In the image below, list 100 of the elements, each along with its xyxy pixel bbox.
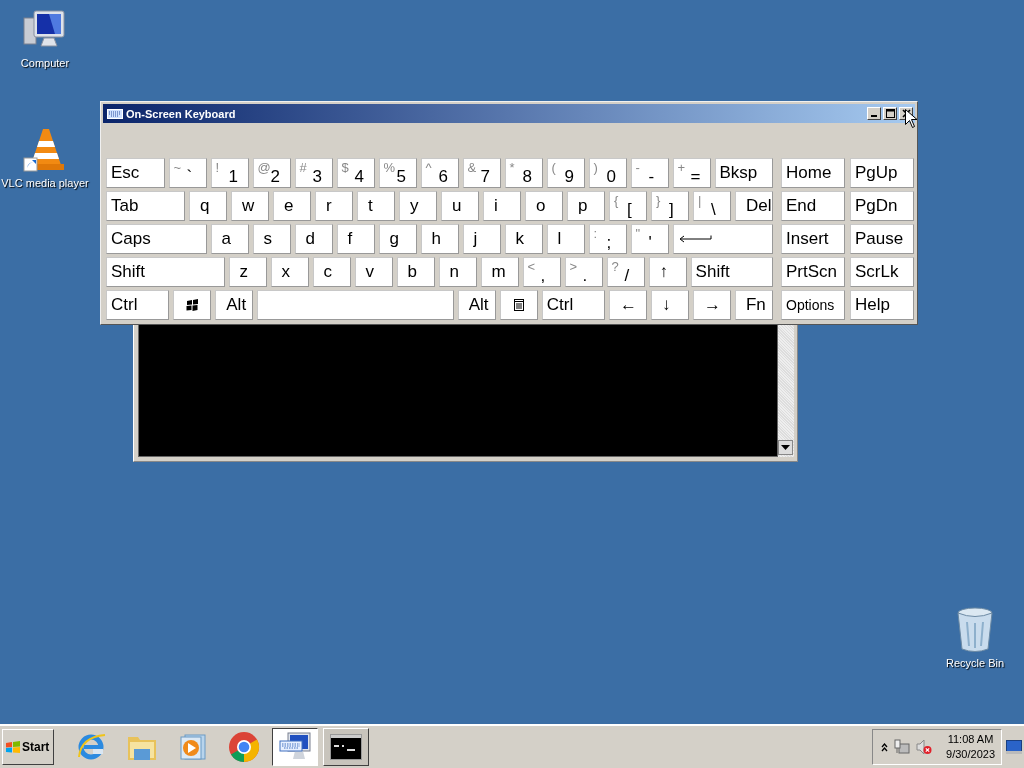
key[interactable]: z [228,257,267,287]
key[interactable]: p [567,191,605,221]
key[interactable]: d [294,224,333,254]
windows-logo-icon [5,740,21,754]
key[interactable]: i [483,191,521,221]
key[interactable]: - - [630,158,669,188]
show-desktop-icon[interactable] [1006,740,1022,754]
desktop-icon-label[interactable]: VLC media player [1,177,89,189]
key[interactable]: a [210,224,249,254]
key[interactable]: q [189,191,227,221]
key[interactable]: Home [781,158,845,188]
key[interactable]: b [396,257,435,287]
key[interactable]: ) 0 [588,158,627,188]
key[interactable]: < , [522,257,561,287]
menu-key[interactable] [499,290,538,320]
key[interactable]: ScrLk [850,257,914,287]
key[interactable]: Del [735,191,773,221]
key[interactable]: x [270,257,309,287]
enter-key[interactable] [672,224,773,254]
desktop-icon-label[interactable]: Computer [20,57,70,69]
start-button[interactable]: Start [2,729,54,765]
key[interactable]: { [ [609,191,647,221]
key[interactable]: + = [672,158,711,188]
key[interactable]: j [462,224,501,254]
key[interactable]: l [546,224,585,254]
scroll-down-icon[interactable] [778,440,793,455]
key[interactable]: r [315,191,353,221]
console-icon [330,734,362,760]
network-icon[interactable] [894,739,911,755]
chevron-up-icon[interactable] [881,742,889,752]
key[interactable]: PrtScn [781,257,845,287]
recycle-bin-icon[interactable] [955,606,995,654]
key[interactable]: ↑ [648,257,687,287]
key[interactable]: k [504,224,543,254]
key[interactable]: → [693,290,731,320]
key[interactable]: ( 9 [546,158,585,188]
key[interactable]: PgDn [850,191,914,221]
key[interactable]: Insert [781,224,845,254]
key[interactable]: Esc [106,158,165,188]
key[interactable]: @2 [252,158,291,188]
key[interactable]: : ; [588,224,627,254]
key[interactable]: End [781,191,845,221]
options-key[interactable]: Options [781,290,845,320]
key[interactable]: ↓ [651,290,689,320]
key[interactable]: Fn [735,290,773,320]
keyboard-icon [107,108,123,119]
key[interactable]: y [399,191,437,221]
key[interactable]: PgUp [850,158,914,188]
key[interactable]: s [252,224,291,254]
key[interactable]: Alt [457,290,496,320]
key[interactable]: Help [850,290,914,320]
key[interactable]: Tab [106,191,185,221]
key[interactable]: | \ [693,191,731,221]
maximize-button[interactable] [883,107,897,120]
key[interactable]: c [312,257,351,287]
key[interactable]: t [357,191,395,221]
windows-key[interactable] [173,290,212,320]
key[interactable]: v [354,257,393,287]
key[interactable]: ! 1 [210,158,249,188]
key[interactable]: Shift [106,257,225,287]
key[interactable]: o [525,191,563,221]
key[interactable]: Alt [215,290,254,320]
window-title: On-Screen Keyboard [126,107,236,120]
key[interactable]: Ctrl [541,290,605,320]
key[interactable]: n [438,257,477,287]
key[interactable]: g [378,224,417,254]
maximize-icon [885,109,895,118]
key[interactable]: f [336,224,375,254]
key[interactable]: ? / [606,257,645,287]
key[interactable]: & 7 [462,158,501,188]
menu-icon [513,299,524,311]
key[interactable]: Shift [690,257,773,287]
key[interactable]: Caps [106,224,207,254]
key[interactable]: " ' [630,224,669,254]
space-key[interactable] [257,290,454,320]
clock-time[interactable]: 11:08 AM [947,732,994,747]
key[interactable]: * 8 [504,158,543,188]
key[interactable]: ~ ` [168,158,207,188]
key[interactable]: h [420,224,459,254]
volume-muted-icon[interactable] [916,739,933,755]
taskbar-button[interactable] [272,728,318,766]
key[interactable]: Bksp [714,158,773,188]
key[interactable]: w [231,191,269,221]
key[interactable]: Pause [850,224,914,254]
key[interactable]: e [273,191,311,221]
minimize-button[interactable] [867,107,881,120]
clock-date[interactable]: 9/30/2023 [946,747,995,762]
close-icon [901,109,911,118]
key[interactable]: $ 4 [336,158,375,188]
key[interactable]: } ] [651,191,689,221]
key[interactable]: Ctrl [106,290,170,320]
key[interactable]: m [480,257,519,287]
desktop-icon-label[interactable]: Recycle Bin [945,657,1005,669]
key[interactable]: # 3 [294,158,333,188]
key[interactable]: ← [609,290,647,320]
chrome-icon [228,731,260,763]
key[interactable]: > . [564,257,603,287]
key[interactable]: ^ 6 [420,158,459,188]
key[interactable]: %5 [378,158,417,188]
key[interactable]: u [441,191,479,221]
